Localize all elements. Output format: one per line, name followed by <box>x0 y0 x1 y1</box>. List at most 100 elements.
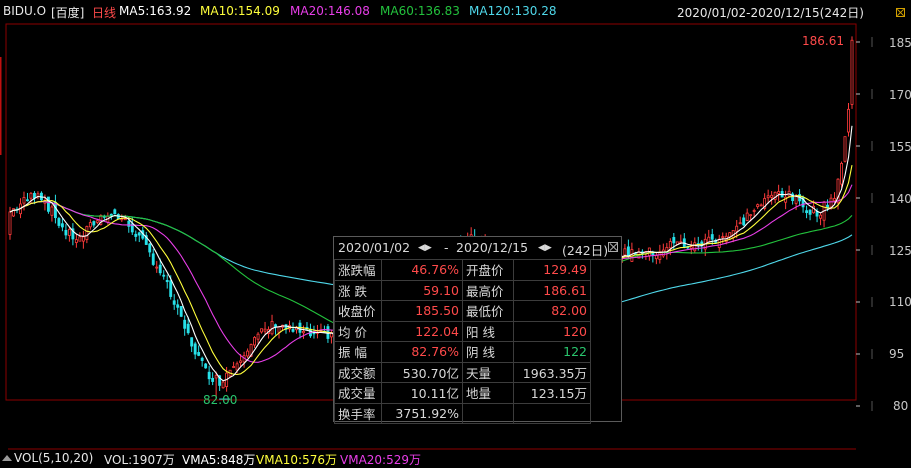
candle <box>137 232 141 236</box>
stat-label: 最高价 <box>462 279 514 301</box>
candle <box>64 229 68 236</box>
candle <box>60 223 64 228</box>
candle <box>176 304 180 308</box>
candle <box>253 337 257 346</box>
candle <box>36 193 40 197</box>
candle <box>689 246 693 249</box>
candle <box>8 211 12 235</box>
candle <box>721 236 725 239</box>
candle <box>672 237 676 244</box>
stat-value: 122 <box>513 341 591 363</box>
candle <box>805 210 809 214</box>
candle <box>33 192 36 199</box>
vol-value: VOL:1907万 <box>104 453 175 467</box>
stats-date-to: 2020/12/15 <box>456 240 529 255</box>
interval-stats-popup[interactable]: 2020/01/02 ◀▶ - 2020/12/15 ◀▶ (242日) 涨跌幅… <box>333 236 622 424</box>
table-row: 振 幅 82.76% 阴 线 122 <box>334 341 591 363</box>
candle <box>88 222 92 228</box>
stat-label: 成交额 <box>334 361 382 383</box>
stat-value: 10.11亿 <box>381 382 463 404</box>
candle <box>745 212 749 221</box>
candle <box>165 279 169 283</box>
stat-label: 成交量 <box>334 382 382 404</box>
y-tick-label: 170 <box>889 88 911 102</box>
next-date-arrows-icon[interactable]: ◀▶ <box>538 243 552 253</box>
candle <box>186 323 190 334</box>
chart-header: BIDU.O [百度] 日线 MA5:163.92 MA10:154.09 MA… <box>0 0 911 22</box>
high-price-label: 186.61 <box>802 34 844 48</box>
candle <box>81 236 85 242</box>
y-tick-label: 80 <box>893 399 909 413</box>
stat-label <box>462 402 514 424</box>
candle <box>113 209 117 215</box>
candle <box>74 239 78 243</box>
candle <box>162 274 166 277</box>
candle <box>717 238 721 248</box>
vol-indicator-label[interactable]: VOL(5,10,20) <box>14 451 93 465</box>
stat-label: 涨 跌 <box>334 279 382 301</box>
vma20-value: VMA20:529万 <box>340 453 421 467</box>
candle <box>263 328 267 332</box>
stat-value: 530.70亿 <box>381 361 463 383</box>
candle <box>109 213 113 216</box>
stat-value: 186.61 <box>513 279 591 301</box>
candle <box>134 233 138 237</box>
candle <box>270 321 274 335</box>
table-row: 收盘价 185.50 最低价 82.00 <box>334 300 591 322</box>
prev-date-arrows-icon[interactable]: ◀▶ <box>418 243 432 253</box>
stat-value: 1963.35万 <box>513 361 591 383</box>
candle <box>232 366 236 368</box>
stat-label: 换手率 <box>334 402 382 424</box>
candle <box>260 328 263 333</box>
candle <box>158 264 162 274</box>
popup-close-icon[interactable] <box>608 242 618 252</box>
candle <box>777 191 781 194</box>
candle <box>710 234 714 240</box>
period-label[interactable]: 日线 <box>92 4 116 21</box>
candle <box>623 248 627 256</box>
candle <box>735 225 739 232</box>
candle <box>239 360 243 363</box>
candle <box>752 210 756 212</box>
stats-table: 涨跌幅 46.76% 开盘价 129.49 涨 跌 59.10 最高价 186.… <box>334 259 591 424</box>
candle <box>668 241 672 249</box>
stat-label: 最低价 <box>462 300 514 322</box>
stat-label: 天量 <box>462 361 514 383</box>
y-tick-label: 155 <box>889 140 911 154</box>
candle <box>235 363 239 371</box>
stock-name: [百度] <box>51 6 85 20</box>
candle <box>211 377 215 382</box>
candle <box>26 199 29 202</box>
candle <box>29 192 33 199</box>
candle <box>148 243 152 253</box>
candle <box>256 333 260 340</box>
candle <box>197 352 201 356</box>
y-tick-label: 125 <box>889 244 911 258</box>
vma10-value: VMA10:576万 <box>256 453 337 467</box>
y-tick-label: 185 <box>889 36 911 50</box>
chart-close-icon[interactable] <box>896 8 905 17</box>
stat-value: 123.15万 <box>513 382 591 404</box>
stat-value: 46.76% <box>381 259 463 281</box>
ma20-value: MA20:146.08 <box>290 4 370 18</box>
stat-value: 82.00 <box>513 300 591 322</box>
table-row: 均 价 122.04 阳 线 120 <box>334 320 591 342</box>
candle <box>749 214 753 217</box>
ma60-value: MA60:136.83 <box>380 4 460 18</box>
candle <box>85 226 89 240</box>
candle <box>756 204 760 208</box>
stat-label: 地量 <box>462 382 514 404</box>
stat-value: 129.49 <box>513 259 591 281</box>
candle <box>172 300 176 305</box>
candle <box>151 253 155 265</box>
candle <box>92 221 96 226</box>
date-range: 2020/01/02-2020/12/15(242日) <box>677 6 864 20</box>
candle <box>179 305 183 317</box>
date-separator: - <box>444 240 449 255</box>
candle <box>738 222 742 225</box>
stat-value: 122.04 <box>381 320 463 342</box>
popup-header: 2020/01/02 ◀▶ - 2020/12/15 ◀▶ (242日) <box>334 237 621 260</box>
stat-value: 3751.92% <box>381 402 463 424</box>
symbol-code[interactable]: BIDU.O <box>3 4 46 18</box>
candle <box>808 209 812 215</box>
